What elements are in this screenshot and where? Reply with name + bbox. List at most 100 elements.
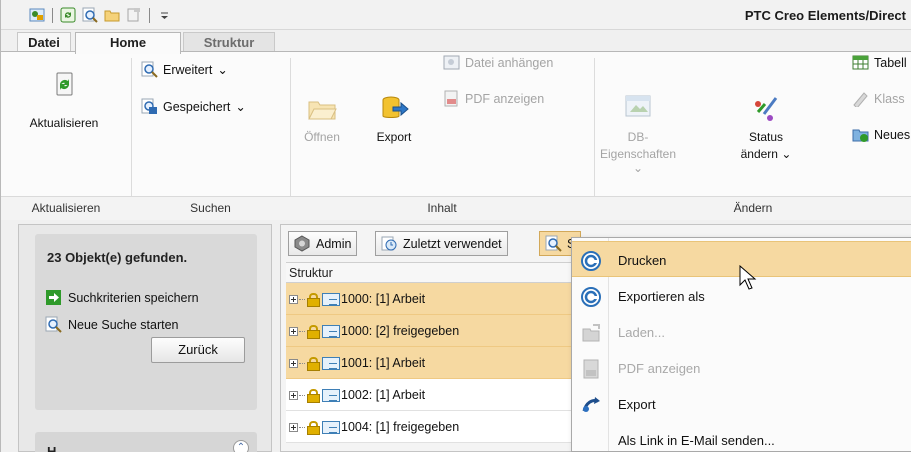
pdf-icon <box>581 359 601 379</box>
status-aendern-button[interactable]: Status ändern ⌄ <box>737 92 795 161</box>
saved-search-icon <box>141 98 158 115</box>
secondary-panel-header[interactable]: H ⌃ <box>35 432 257 452</box>
status-label-2: ändern <box>740 147 778 161</box>
app-logo-icon[interactable] <box>29 7 45 23</box>
lock-icon <box>307 293 320 307</box>
tab-zuletzt-verwendet[interactable]: Zuletzt verwendet <box>375 231 508 256</box>
lock-icon <box>307 357 320 371</box>
document-properties-icon[interactable] <box>126 7 142 23</box>
pdf-anzeigen-label: PDF anzeigen <box>465 91 545 106</box>
customize-toolbar-icon[interactable] <box>157 7 173 23</box>
expand-icon[interactable] <box>289 358 298 368</box>
tab-datei[interactable]: Datei <box>17 32 71 53</box>
mouse-cursor-icon <box>739 264 759 291</box>
group-separator <box>290 58 291 216</box>
admin-icon <box>294 235 311 252</box>
tabelle-button[interactable]: Tabell <box>852 54 907 71</box>
db-eigenschaften-button[interactable]: DB- Eigenschaften ⌄ <box>599 92 677 175</box>
menu-item-label: Exportieren als <box>618 289 705 304</box>
ribbon: Aktualisieren Erweitert ⌄ Gespeichert ⌄ … <box>1 51 911 220</box>
open-folder-icon[interactable] <box>104 7 120 23</box>
recent-icon <box>381 235 398 252</box>
document-icon <box>322 356 340 370</box>
tree-connector <box>299 298 305 300</box>
datei-anhaengen-button[interactable]: Datei anhängen <box>443 54 553 71</box>
chevron-down-icon: ⌄ <box>235 100 246 114</box>
tab-zuletzt-verwendet-label: Zuletzt verwendet <box>403 236 502 251</box>
gespeichert-label: Gespeichert <box>163 99 231 114</box>
export-button[interactable]: Export <box>369 92 419 144</box>
creo-export-icon <box>581 287 601 307</box>
tree-node: 1004: [1] freigegeben <box>289 420 460 435</box>
tree-node: 1000: [2] freigegeben <box>289 324 459 339</box>
expand-icon[interactable] <box>289 422 298 432</box>
tabelle-label: Tabell <box>874 55 907 70</box>
document-icon <box>322 388 340 402</box>
new-search-label: Neue Suche starten <box>68 317 179 332</box>
lock-icon <box>307 421 320 435</box>
group-label-aktualisieren: Aktualisieren <box>31 201 101 215</box>
new-search-link[interactable]: Neue Suche starten <box>45 316 179 333</box>
menu-item-label: Als Link in E-Mail senden... <box>618 433 775 448</box>
db-eigenschaften-label-2: Eigenschaften <box>599 147 677 161</box>
datei-anhaengen-label: Datei anhängen <box>465 55 554 70</box>
group-label-suchen: Suchen <box>190 201 231 215</box>
search-icon[interactable] <box>82 7 98 23</box>
quick-access-toolbar <box>29 6 173 24</box>
menu-item-pdf-anzeigen[interactable]: PDF anzeigen <box>572 350 911 386</box>
gespeichert-search-button[interactable]: Gespeichert ⌄ <box>141 98 246 115</box>
chevron-down-icon: ⌄ <box>217 63 228 77</box>
tree-connector <box>299 362 305 364</box>
advanced-search-icon <box>141 61 158 78</box>
menu-item-label: Export <box>618 397 656 412</box>
row-label: 1000: [1] Arbeit <box>341 292 426 306</box>
aktualisieren-button[interactable]: Aktualisieren <box>9 70 119 130</box>
search-result-panel: 23 Objekt(e) gefunden. Suchkriterien spe… <box>18 224 272 452</box>
ribbon-group-labels: Aktualisieren Suchen Inhalt Ändern <box>1 196 911 220</box>
expand-icon[interactable] <box>289 390 298 400</box>
lock-icon <box>307 325 320 339</box>
oeffnen-button[interactable]: Öffnen <box>297 92 347 144</box>
aktualisieren-label: Aktualisieren <box>29 116 99 130</box>
table-icon <box>852 54 869 71</box>
menu-item-export[interactable]: Export <box>572 386 911 422</box>
menu-item-email-link[interactable]: Als Link in E-Mail senden... <box>572 422 911 452</box>
search-summary-box: 23 Objekt(e) gefunden. Suchkriterien spe… <box>35 234 257 410</box>
lock-icon <box>307 389 320 403</box>
refresh-icon[interactable] <box>60 7 76 23</box>
tree-node: 1002: [1] Arbeit <box>289 388 426 403</box>
chevron-down-icon: ⌄ <box>632 161 644 175</box>
status-label-1: Status <box>748 130 784 144</box>
tab-admin[interactable]: Admin <box>288 231 358 256</box>
group-label-inhalt: Inhalt <box>427 201 457 215</box>
group-separator <box>594 58 595 216</box>
menu-item-label: PDF anzeigen <box>618 361 701 376</box>
tree-connector <box>299 394 305 396</box>
klasse-button[interactable]: Klass <box>852 90 905 109</box>
erweitert-search-button[interactable]: Erweitert ⌄ <box>141 61 228 78</box>
refresh-icon <box>48 70 80 102</box>
document-icon <box>322 324 340 338</box>
load-icon <box>581 323 601 343</box>
db-eigenschaften-label-1: DB- <box>627 130 649 144</box>
search-icon <box>45 316 62 333</box>
neues-button[interactable]: Neues <box>852 126 910 143</box>
expand-icon[interactable] <box>289 326 298 336</box>
pdf-anzeigen-button[interactable]: PDF anzeigen <box>443 90 544 107</box>
window-title: PTC Creo Elements/Direct <box>744 8 906 23</box>
secondary-panel-title: H <box>47 444 57 452</box>
tree-node: 1001: [1] Arbeit <box>289 356 425 371</box>
menu-item-laden[interactable]: Laden... <box>572 314 911 350</box>
neues-label: Neues <box>874 127 911 142</box>
row-label: 1004: [1] freigegeben <box>341 420 460 434</box>
tab-home[interactable]: Home <box>75 32 181 54</box>
new-item-icon <box>852 126 869 143</box>
expand-icon[interactable] <box>289 294 298 304</box>
collapse-icon[interactable]: ⌃ <box>233 440 249 452</box>
db-properties-icon <box>622 92 654 124</box>
back-button[interactable]: Zurück <box>151 337 245 363</box>
save-criteria-link[interactable]: Suchkriterien speichern <box>45 289 199 306</box>
tab-struktur[interactable]: Struktur <box>183 32 275 53</box>
row-label: 1002: [1] Arbeit <box>341 388 426 402</box>
menu-item-label: Laden... <box>618 325 665 340</box>
